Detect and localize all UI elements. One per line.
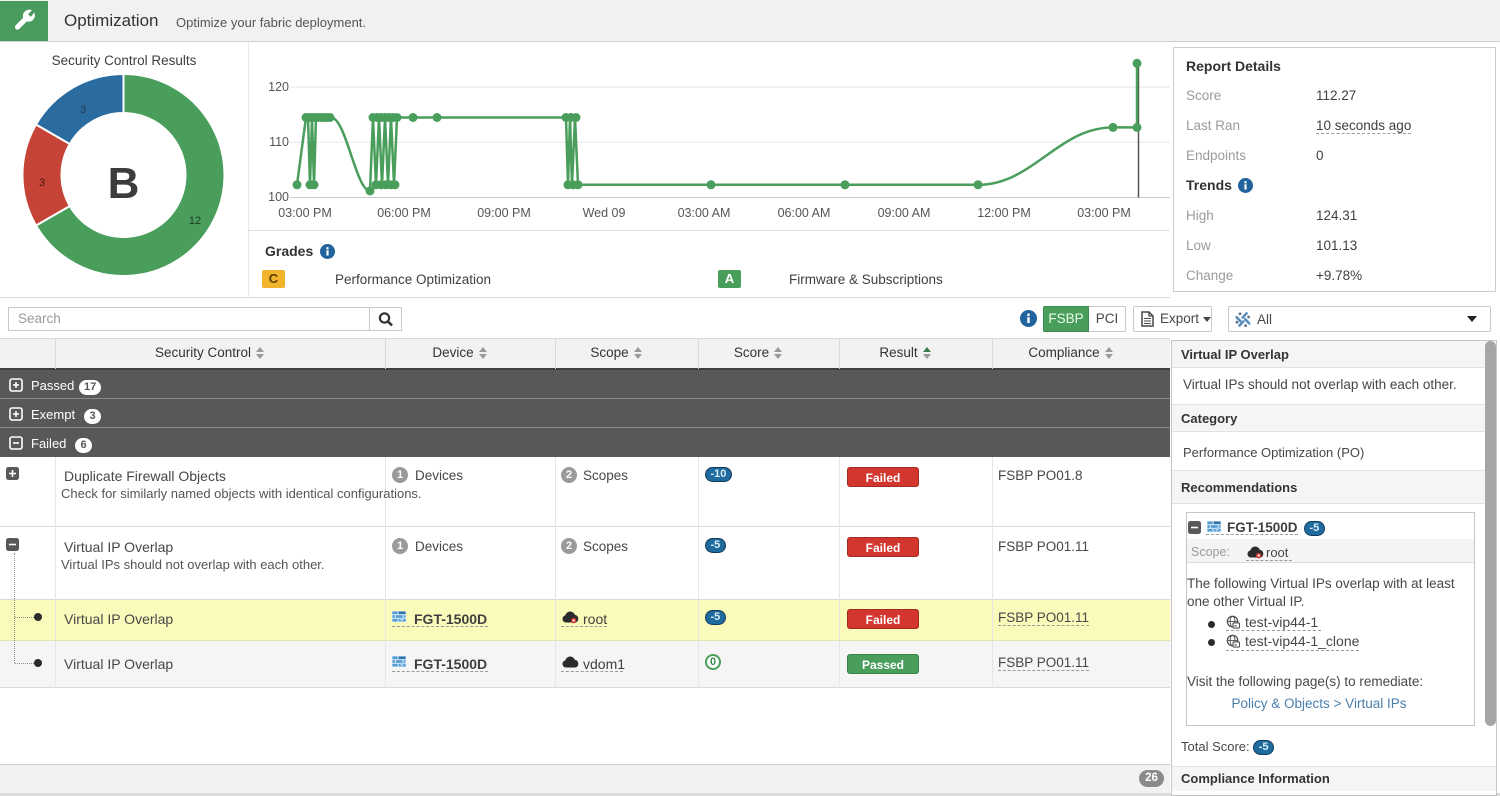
svg-text:03:00 AM: 03:00 AM [678,206,731,220]
svg-text:120: 120 [268,80,289,94]
svg-text:3: 3 [39,177,45,189]
svg-text:09:00 AM: 09:00 AM [878,206,931,220]
svg-text:03:00 PM: 03:00 PM [278,206,332,220]
svg-text:12:00 PM: 12:00 PM [977,206,1031,220]
svg-text:110: 110 [269,135,289,149]
svg-text:100: 100 [268,190,289,204]
svg-text:03:00 PM: 03:00 PM [1077,206,1131,220]
svg-text:12: 12 [189,215,201,227]
svg-text:06:00 AM: 06:00 AM [778,206,831,220]
svg-text:06:00 PM: 06:00 PM [377,206,431,220]
svg-text:Wed 09: Wed 09 [583,206,626,220]
svg-text:09:00 PM: 09:00 PM [477,206,531,220]
svg-text:3: 3 [80,104,86,116]
svg-text:B: B [108,159,140,208]
